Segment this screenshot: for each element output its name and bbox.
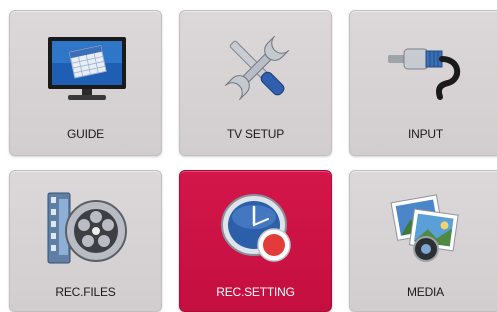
cable-plug-icon [388, 48, 460, 100]
menu-tile-media[interactable]: MEDIA [349, 170, 497, 312]
menu-tile-label: REC.FILES [55, 285, 116, 299]
guide-monitor-icon [48, 37, 126, 100]
menu-tile-guide[interactable]: GUIDE [9, 10, 162, 156]
menu-tile-rec-setting[interactable]: REC.SETTING [179, 170, 332, 312]
record-clock-icon [221, 194, 291, 262]
menu-tile-label: TV SETUP [226, 127, 285, 141]
menu-tile-label: GUIDE [66, 127, 104, 141]
menu-tile-label: INPUT [407, 127, 443, 141]
film-reel-icon [47, 192, 127, 264]
menu-tile-label: MEDIA [406, 285, 444, 299]
menu-grid: GUIDE TV SETUP INPUT REC.FILES REC.SETTI… [0, 0, 497, 312]
photos-media-icon [390, 194, 459, 262]
menu-tile-rec-files[interactable]: REC.FILES [9, 170, 162, 312]
menu-tile-label: REC.SETTING [216, 285, 295, 299]
menu-tile-tv-setup[interactable]: TV SETUP [179, 10, 332, 156]
tools-wrench-screwdriver-icon [224, 35, 290, 101]
menu-tile-input[interactable]: INPUT [349, 10, 497, 156]
